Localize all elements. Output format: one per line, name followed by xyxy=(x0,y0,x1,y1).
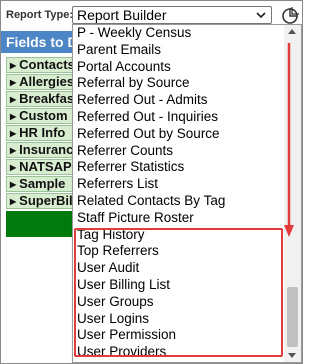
dropdown-option[interactable]: Referred Out by Source xyxy=(73,126,285,143)
dropdown-option[interactable]: Referral by Source xyxy=(73,75,285,92)
report-type-dropdown[interactable]: P - Weekly Census Parent Emails Portal Acc… xyxy=(72,24,302,363)
dropdown-option[interactable]: User Permission xyxy=(73,327,285,344)
expand-arrow-icon[interactable]: ▶ xyxy=(10,195,16,208)
scroll-thumb[interactable] xyxy=(287,287,298,347)
app-window: Report Type: Report Builder Fields to Di… xyxy=(0,0,303,364)
expand-arrow-icon[interactable]: ▶ xyxy=(10,127,16,140)
field-category-label: Custom xyxy=(19,108,68,123)
expand-arrow-icon[interactable]: ▶ xyxy=(10,178,16,191)
field-category-label: SuperBill xyxy=(19,193,77,208)
dropdown-option[interactable]: Top Referrers xyxy=(73,243,285,260)
expand-arrow-icon[interactable]: ▶ xyxy=(10,59,16,72)
field-category-label: Contacts xyxy=(19,57,75,72)
dropdown-option[interactable]: Related Contacts By Tag xyxy=(73,193,285,210)
dropdown-option[interactable]: Portal Accounts xyxy=(73,59,285,76)
field-category-label: NATSAP xyxy=(19,159,72,174)
dropdown-option[interactable]: Referrer Statistics xyxy=(73,159,285,176)
dropdown-option[interactable]: Referred Out - Admits xyxy=(73,92,285,109)
expand-arrow-icon[interactable]: ▶ xyxy=(10,76,16,89)
expand-arrow-icon[interactable]: ▶ xyxy=(10,161,16,174)
expand-arrow-icon[interactable]: ▶ xyxy=(10,110,16,123)
dropdown-options: P - Weekly Census Parent Emails Portal Acc… xyxy=(73,25,285,361)
chevron-down-icon xyxy=(256,12,266,19)
dropdown-option[interactable]: User Providers xyxy=(73,344,285,361)
field-category-label: Breakfast xyxy=(19,91,79,106)
field-category-label: Sample xyxy=(19,176,66,191)
dropdown-option[interactable]: User Groups xyxy=(73,294,285,311)
report-type-select[interactable]: Report Builder xyxy=(72,6,272,24)
dropdown-option[interactable]: User Audit xyxy=(73,260,285,277)
expand-arrow-icon[interactable]: ▶ xyxy=(10,93,16,106)
dropdown-option[interactable]: Staff Picture Roster xyxy=(73,210,285,227)
report-type-label: Report Type: xyxy=(6,9,74,21)
dropdown-option[interactable]: User Logins xyxy=(73,311,285,328)
dropdown-option[interactable]: Tag History xyxy=(73,227,285,244)
dropdown-option[interactable]: Referrer Counts xyxy=(73,143,285,160)
expand-arrow-icon[interactable]: ▶ xyxy=(10,144,16,157)
dropdown-option[interactable]: Referred Out - Inquiries xyxy=(73,109,285,126)
scroll-up-icon[interactable] xyxy=(288,29,296,34)
pie-chart-icon[interactable] xyxy=(280,5,302,25)
field-category-label: HR Info xyxy=(19,125,66,140)
arrow-down-icon xyxy=(284,43,294,237)
report-type-value: Report Builder xyxy=(77,7,167,23)
dropdown-option[interactable]: User Billing List xyxy=(73,277,285,294)
dropdown-option[interactable]: P - Weekly Census xyxy=(73,25,285,42)
field-category-label: Allergies xyxy=(19,74,75,89)
dropdown-option[interactable]: Referrers List xyxy=(73,176,285,193)
scroll-down-icon[interactable] xyxy=(288,353,296,358)
dropdown-option[interactable]: Parent Emails xyxy=(73,42,285,59)
